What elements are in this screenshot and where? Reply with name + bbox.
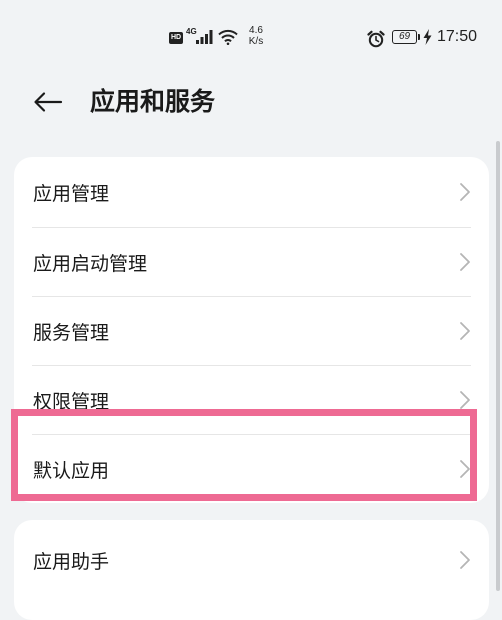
network-speed-unit: K/s <box>248 36 264 47</box>
list-item-label: 权限管理 <box>33 390 110 413</box>
chevron-right-icon <box>460 322 470 340</box>
list-item-label: 应用管理 <box>33 182 110 205</box>
list-item-service-management[interactable]: 服务管理 <box>32 296 471 365</box>
chevron-right-icon <box>460 183 470 201</box>
network-speed-value: 4.6 <box>249 25 263 36</box>
list-item-app-launch-management[interactable]: 应用启动管理 <box>32 227 471 296</box>
list-item-app-assistant[interactable]: 应用助手 <box>32 520 471 600</box>
settings-card-main: 应用管理 应用启动管理 服务管理 权限管理 默认应用 <box>14 157 489 503</box>
list-item-app-management[interactable]: 应用管理 <box>32 157 471 227</box>
signal-icon <box>196 30 213 44</box>
lightning-icon <box>423 29 432 45</box>
list-item-permission-management[interactable]: 权限管理 <box>32 365 471 434</box>
status-time: 17:50 <box>437 28 478 45</box>
list-item-label: 应用助手 <box>33 550 110 573</box>
chevron-right-icon <box>460 253 470 271</box>
settings-card-secondary: 应用助手 <box>14 520 489 620</box>
back-button[interactable] <box>26 80 70 124</box>
list-item-label: 服务管理 <box>33 321 110 344</box>
chevron-right-icon <box>460 460 470 478</box>
status-bar: HD 4G 4.6 K/s 69 17:50 <box>0 0 502 76</box>
hd-badge: HD <box>169 32 183 44</box>
page-title: 应用和服务 <box>90 87 216 116</box>
chevron-right-icon <box>460 391 470 409</box>
wifi-icon <box>218 29 238 45</box>
battery-cap <box>418 34 420 40</box>
list-item-label: 默认应用 <box>33 459 110 482</box>
alarm-clock-icon <box>367 30 385 48</box>
chevron-right-icon <box>460 551 470 569</box>
list-item-label: 应用启动管理 <box>33 252 148 275</box>
battery-indicator: 69 <box>392 30 417 44</box>
network-speed: 4.6 K/s <box>244 25 268 47</box>
arrow-left-icon <box>34 92 63 112</box>
list-item-default-apps[interactable]: 默认应用 <box>32 434 471 503</box>
scrollbar-thumb[interactable] <box>496 141 500 591</box>
